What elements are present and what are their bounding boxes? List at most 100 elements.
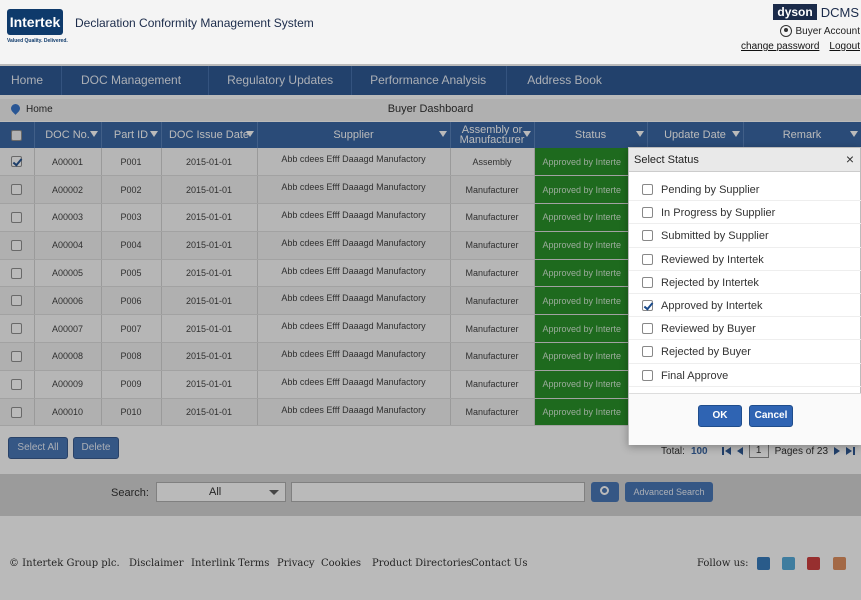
- footer-link-contact-us[interactable]: Contact Us: [471, 558, 527, 569]
- first-page-icon[interactable]: [721, 447, 731, 455]
- nav-item-doc-management[interactable]: DOC Management: [62, 66, 210, 95]
- cancel-button[interactable]: Cancel: [749, 405, 793, 427]
- doc-no-cell: A00002: [34, 175, 102, 205]
- status-option-checkbox[interactable]: [642, 299, 653, 311]
- col-remark[interactable]: Remark: [743, 122, 861, 148]
- col-update-date[interactable]: Update Date: [647, 122, 744, 148]
- logout-link[interactable]: Logout: [829, 41, 860, 52]
- type-cell: Manufacturer: [450, 231, 535, 260]
- page-title: Buyer Dashboard: [387, 103, 474, 115]
- footer-link-privacy[interactable]: Privacy: [277, 558, 315, 569]
- header-checkbox[interactable]: [11, 129, 23, 141]
- twitter-icon[interactable]: [782, 557, 795, 570]
- doc-no-cell: A00006: [34, 286, 102, 316]
- nav-item-performance-analysis[interactable]: Performance Analysis: [352, 66, 508, 95]
- filter-icon[interactable]: [849, 131, 858, 137]
- filter-icon[interactable]: [438, 131, 447, 137]
- logo-tagline: Valued Quality. Delivered.: [7, 38, 68, 44]
- select-all-button[interactable]: Select All: [8, 437, 68, 459]
- advanced-search-button[interactable]: Advanced Search: [625, 482, 713, 502]
- part-id-cell: P010: [101, 398, 162, 427]
- col-assembly[interactable]: Assembly or Manufacturer: [450, 122, 535, 148]
- row-checkbox[interactable]: [11, 323, 23, 335]
- search-button[interactable]: [591, 482, 619, 502]
- row-checkbox[interactable]: [11, 156, 23, 168]
- status-option[interactable]: Rejected by Intertek: [629, 271, 861, 294]
- youtube-icon[interactable]: [807, 557, 820, 570]
- status-option[interactable]: In Progress by Supplier: [629, 201, 861, 225]
- status-option-checkbox[interactable]: [642, 184, 653, 195]
- status-option[interactable]: Final Approve: [629, 364, 861, 387]
- prev-page-icon[interactable]: [736, 447, 743, 455]
- intertek-logo[interactable]: Intertek Valued Quality. Delivered.: [7, 9, 68, 44]
- col-remark-label: Remark: [782, 129, 822, 141]
- select-all-header[interactable]: [0, 122, 35, 148]
- filter-icon[interactable]: [89, 131, 98, 137]
- row-checkbox[interactable]: [11, 295, 23, 307]
- footer-link-interlink-terms[interactable]: Interlink Terms: [191, 558, 269, 569]
- footer-link-product-directories[interactable]: Product Directories: [372, 558, 472, 569]
- filter-icon[interactable]: [522, 131, 531, 137]
- search-scope-select[interactable]: All: [156, 482, 286, 502]
- status-option-checkbox[interactable]: [642, 253, 653, 265]
- row-checkbox[interactable]: [11, 239, 23, 251]
- row-checkbox[interactable]: [11, 212, 23, 224]
- next-page-icon[interactable]: [834, 447, 840, 455]
- nav-item-address-book[interactable]: Address Book: [507, 66, 620, 95]
- row-checkbox[interactable]: [11, 378, 23, 390]
- nav-item-regulatory-updates[interactable]: Regulatory Updates: [209, 66, 353, 95]
- issue-date-cell: 2015-01-01: [161, 314, 258, 344]
- filter-icon[interactable]: [245, 131, 254, 137]
- supplier-cell: Abb cdees Efff Daaagd Manufactory: [257, 370, 451, 399]
- table-header-row: DOC No. Part ID DOC Issue Date Supplier …: [0, 122, 861, 148]
- part-id-cell: P009: [101, 370, 162, 399]
- col-doc-no[interactable]: DOC No.: [34, 122, 102, 148]
- ok-button[interactable]: OK: [698, 405, 742, 427]
- status-option[interactable]: Pending by Supplier: [629, 178, 861, 202]
- status-options: Pending by Supplier In Progress by Suppli…: [629, 178, 861, 387]
- row-checkbox[interactable]: [11, 184, 23, 196]
- col-doc-issue-date[interactable]: DOC Issue Date: [161, 122, 258, 148]
- col-status[interactable]: Status: [534, 122, 648, 148]
- status-option[interactable]: Submitted by Supplier: [629, 224, 861, 248]
- dialog-title: Select Status: [634, 154, 699, 166]
- account-menu[interactable]: Buyer Account: [779, 25, 860, 37]
- row-checkbox-cell: [0, 398, 35, 427]
- status-option[interactable]: Reviewed by Intertek: [629, 248, 861, 271]
- status-option-checkbox[interactable]: [642, 323, 653, 335]
- status-option[interactable]: Rejected by Buyer: [629, 340, 861, 364]
- issue-date-cell: 2015-01-01: [161, 259, 258, 288]
- linkedin-icon[interactable]: [757, 557, 770, 570]
- status-option-checkbox[interactable]: [642, 276, 653, 288]
- col-supplier[interactable]: Supplier: [257, 122, 451, 148]
- filter-icon[interactable]: [731, 131, 740, 137]
- rss-icon[interactable]: [833, 557, 846, 570]
- delete-button[interactable]: Delete: [73, 437, 119, 459]
- status-option[interactable]: Approved by Intertek: [629, 294, 861, 318]
- status-option-checkbox[interactable]: [642, 369, 653, 381]
- col-part-id[interactable]: Part ID: [101, 122, 162, 148]
- status-option-checkbox[interactable]: [642, 230, 653, 242]
- last-page-icon[interactable]: [846, 447, 855, 455]
- filter-icon[interactable]: [635, 131, 644, 137]
- footer-link-disclaimer[interactable]: Disclaimer: [129, 558, 184, 569]
- filter-icon[interactable]: [149, 131, 158, 137]
- status-option-checkbox[interactable]: [642, 346, 653, 358]
- status-option[interactable]: Reviewed by Buyer: [629, 317, 861, 341]
- status-option-checkbox[interactable]: [642, 207, 653, 219]
- supplier-cell: Abb cdees Efff Daaagd Manufactory: [257, 203, 451, 232]
- page-input[interactable]: 1: [748, 444, 769, 458]
- nav-item-home[interactable]: Home: [0, 66, 63, 95]
- search-input[interactable]: [291, 482, 585, 502]
- footer-link-cookies[interactable]: Cookies: [321, 558, 361, 569]
- row-checkbox[interactable]: [11, 267, 23, 279]
- close-icon[interactable]: ×: [846, 151, 854, 167]
- change-password-link[interactable]: change password: [741, 41, 819, 52]
- row-checkbox[interactable]: [11, 406, 23, 418]
- logo-text: Intertek: [7, 9, 63, 35]
- status-option-label: Submitted by Supplier: [661, 230, 769, 243]
- pagination: Total: 100 1 Pages of 23: [661, 444, 855, 458]
- doc-no-cell: A00001: [34, 148, 102, 177]
- row-checkbox[interactable]: [11, 351, 23, 363]
- total-label: Total:: [661, 445, 685, 457]
